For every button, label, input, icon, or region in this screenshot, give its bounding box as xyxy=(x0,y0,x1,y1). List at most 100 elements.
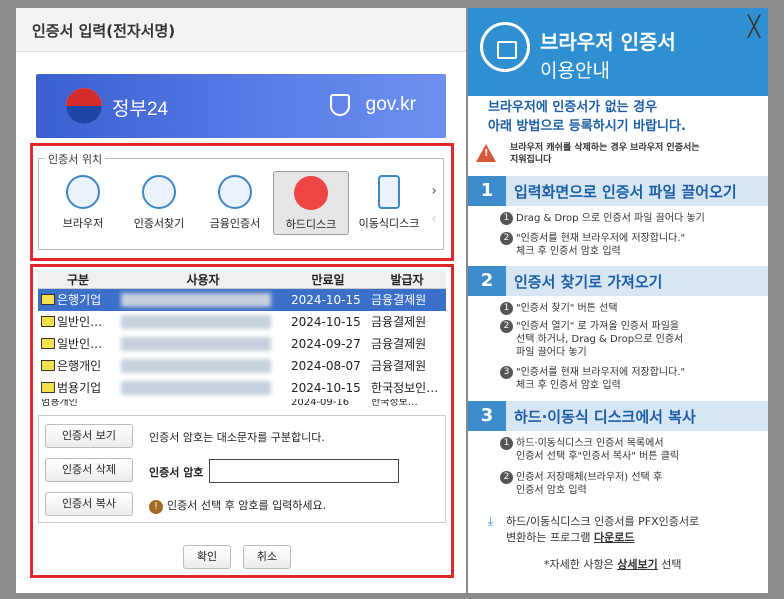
section-2-step-3: 3 "인증서를 현재 브라우저에 저장합니다." 체크 후 인증서 암호 입력 xyxy=(500,366,686,392)
close-icon[interactable]: ╳ xyxy=(748,14,760,38)
details-link[interactable]: 상세보기 xyxy=(617,558,657,571)
cert-expiry: 2024-09-16 xyxy=(291,398,350,407)
location-hard-disk[interactable]: 하드디스크 xyxy=(273,171,349,235)
location-removable-disk[interactable]: 이동식디스크 xyxy=(351,171,427,235)
browser-cert-guide: 브라우저 인증서 이용안내 ╳ 브라우저에 인증서가 없는 경우 아래 방법으로… xyxy=(468,8,768,593)
monitor-icon xyxy=(294,176,328,210)
user-blurred xyxy=(121,293,271,307)
step-number: 3 xyxy=(500,366,513,379)
pfx-converter-note: 하드/이동식디스크 인증서를 PFX인증서로 변환하는 프로그램 다운로드 xyxy=(506,514,699,546)
finance-cert-icon xyxy=(218,175,252,209)
location-finance-cert[interactable]: 금융인증서 xyxy=(197,171,273,235)
section-number: 3 xyxy=(468,401,506,431)
section-3-step-2: 2 인증서 저장매체(브라우저) 선택 후 인증서 암호 입력 xyxy=(500,471,662,497)
cert-expiry: 2024-10-15 xyxy=(291,314,361,329)
globe-lock-icon xyxy=(480,22,530,72)
step-number: 1 xyxy=(500,437,513,450)
certificate-dialog: 인증서 입력(전자서명) 정부24 gov.kr 인증서 위치 브라우저 인증서… xyxy=(16,8,466,593)
cert-location-highlight: 인증서 위치 브라우저 인증서찾기 금융인증서 하드디스크 이동식디스크 › ‹ xyxy=(30,143,454,261)
section-number: 1 xyxy=(468,176,506,206)
col-issuer[interactable]: 발급자 xyxy=(368,271,446,289)
cert-issuer: 금융결제원 xyxy=(371,315,427,329)
step-number: 1 xyxy=(500,212,513,225)
table-row[interactable]: 범용개인 2024-09-16 한국정보… xyxy=(38,399,446,407)
section-1-header: 1 입력화면으로 인증서 파일 끌어오기 xyxy=(468,176,768,206)
table-row[interactable]: 일반인… 2024-10-15 금융결제원 xyxy=(38,311,446,333)
usb-icon xyxy=(378,175,400,209)
cert-expiry: 2024-09-27 xyxy=(291,336,361,351)
ok-button[interactable]: 확인 xyxy=(183,545,231,569)
section-title: 하드·이동식 디스크에서 복사 xyxy=(514,408,696,426)
cert-issuer: 금융결제원 xyxy=(371,359,427,373)
intro-line: 브라우저에 인증서가 없는 경우 xyxy=(488,100,658,115)
chevron-right-icon[interactable]: › xyxy=(431,183,437,199)
step-line: "인증서 찾기" 버튼 선택 xyxy=(516,303,618,314)
taegeuk-logo-icon xyxy=(66,88,102,124)
section-1-step-1: 1 Drag & Drop 으로 인증서 파일 끌어다 놓기 xyxy=(500,212,705,225)
certificate-icon xyxy=(41,316,55,327)
section-3-step-1: 1 하드·이동식디스크 인증서 목록에서 인증서 선택 후"인증서 복사" 버튼… xyxy=(500,437,679,463)
cert-password-input[interactable] xyxy=(209,459,399,483)
cert-expiry: 2024-08-07 xyxy=(291,358,361,373)
copy-cert-button[interactable]: 인증서 복사 xyxy=(45,492,133,516)
chevron-left-icon[interactable]: ‹ xyxy=(431,211,437,227)
case-hint: 인증서 암호는 대소문자를 구분합니다. xyxy=(149,431,325,444)
cert-issuer: 한국정보… xyxy=(371,398,418,407)
guide-header: 브라우저 인증서 이용안내 ╳ xyxy=(468,8,768,96)
table-row[interactable]: 은행개인 2024-08-07 금융결제원 xyxy=(38,355,446,377)
cert-issuer: 금융결제원 xyxy=(371,337,427,351)
intro-line: 아래 방법으로 등록하시기 바랍니다. xyxy=(488,119,686,134)
user-blurred xyxy=(121,314,271,329)
step-line: "인증서를 현재 브라우저에 저장합니다." xyxy=(516,367,686,378)
select-hint: ! 인증서 선택 후 암호를 입력하세요. xyxy=(149,497,326,514)
cert-type: 범용개인 xyxy=(41,398,78,407)
col-user[interactable]: 사용자 xyxy=(118,271,288,289)
certificate-icon xyxy=(41,338,55,349)
step-line: Drag & Drop 으로 인증서 파일 끌어다 놓기 xyxy=(516,213,705,224)
cert-issuer: 금융결제원 xyxy=(368,288,446,311)
step-line: 인증서 암호 입력 xyxy=(516,485,587,496)
step-line: 선택 하거나, Drag & Drop으로 인증서 xyxy=(516,334,684,345)
foot-line: 변환하는 프로그램 다운로드 xyxy=(506,530,699,546)
delete-cert-button[interactable]: 인증서 삭제 xyxy=(45,458,133,482)
banner-brand: 정부24 xyxy=(112,99,169,120)
cancel-button[interactable]: 취소 xyxy=(243,545,291,569)
location-label: 금융인증서 xyxy=(209,217,261,230)
step-number: 1 xyxy=(500,302,513,315)
location-label: 이동식디스크 xyxy=(358,217,420,230)
warning-triangle-icon: ! xyxy=(476,144,496,162)
location-browser[interactable]: 브라우저 xyxy=(45,171,121,235)
cert-issuer: 한국정보인… xyxy=(371,381,439,395)
step-line: 체크 후 인증서 암호 입력 xyxy=(516,380,621,391)
step-line: 체크 후 인증서 암호 입력 xyxy=(516,246,621,257)
cert-expiry: 2024-10-15 xyxy=(291,380,361,395)
dialog-title: 인증서 입력(전자서명) xyxy=(16,8,466,52)
table-row[interactable]: 범용기업 2024-10-15 한국정보인… xyxy=(38,377,446,399)
guide-title: 브라우저 인증서 xyxy=(540,30,676,54)
section-2-step-2: 2 "인증서 열기" 로 가져올 인증서 파일을 선택 하거나, Drag & … xyxy=(500,320,684,359)
view-cert-button[interactable]: 인증서 보기 xyxy=(45,424,133,448)
cert-type: 일반인… xyxy=(57,337,103,351)
location-find-cert[interactable]: 인증서찾기 xyxy=(121,171,197,235)
col-expiry[interactable]: 만료일 xyxy=(288,271,368,289)
certificate-icon xyxy=(41,382,55,393)
cert-type: 은행기업 xyxy=(57,293,102,308)
table-row[interactable]: 은행기업 2024-10-15 금융결제원 xyxy=(38,288,446,311)
location-label: 하드디스크 xyxy=(285,218,337,231)
cert-type: 범용기업 xyxy=(57,381,102,395)
gov24-banner: 정부24 gov.kr xyxy=(36,74,446,138)
step-line: "인증서 열기" 로 가져올 인증서 파일을 xyxy=(516,321,680,332)
warning-icon: ! xyxy=(149,500,163,514)
step-line: 파일 끌어다 놓기 xyxy=(516,347,587,358)
cache-note: 브라우저 캐쉬를 삭제하는 경우 브라우저 인증서는 지워집니다 xyxy=(510,142,700,166)
guide-intro: 브라우저에 인증서가 없는 경우 아래 방법으로 등록하시기 바랍니다. xyxy=(488,98,686,136)
col-type[interactable]: 구분 xyxy=(38,271,118,289)
cert-type: 은행개인 xyxy=(57,359,102,373)
magnifier-icon xyxy=(142,175,176,209)
download-link[interactable]: 다운로드 xyxy=(594,531,634,544)
step-number: 2 xyxy=(500,471,513,484)
table-row[interactable]: 일반인… 2024-09-27 금융결제원 xyxy=(38,333,446,355)
certificate-icon xyxy=(41,360,55,371)
section-2-header: 2 인증서 찾기로 가져오기 xyxy=(468,266,768,296)
location-label: 인증서찾기 xyxy=(133,217,185,230)
